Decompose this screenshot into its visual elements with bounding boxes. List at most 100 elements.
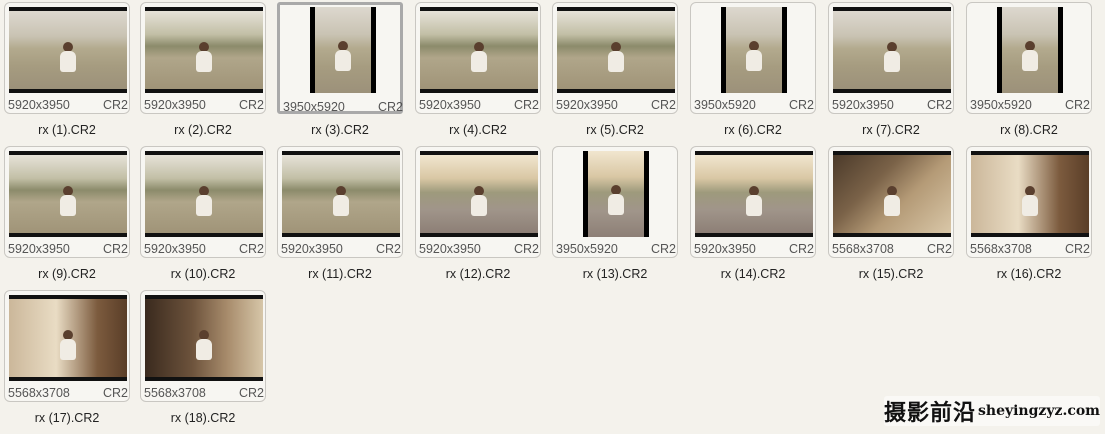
thumbnail-frame[interactable]: 5920x3950 CR2 (4, 146, 130, 258)
file-item[interactable]: 5920x3950 CR2 rx (14).CR2 (690, 146, 828, 287)
image-thumbnail[interactable] (9, 151, 127, 237)
image-thumbnail[interactable] (9, 7, 127, 93)
subject-body (335, 50, 351, 72)
file-item[interactable]: 5568x3708 CR2 rx (17).CR2 (4, 290, 142, 431)
file-item[interactable]: 3950x5920 CR2 rx (3).CR2 (277, 2, 415, 143)
file-meta: 5568x3708 CR2 (970, 242, 1090, 256)
file-name[interactable]: rx (10).CR2 (140, 267, 266, 281)
thumbnail-frame[interactable]: 5920x3950 CR2 (552, 2, 678, 114)
file-name[interactable]: rx (8).CR2 (966, 123, 1092, 137)
image-thumbnail[interactable] (833, 7, 951, 93)
image-thumbnail[interactable] (420, 151, 538, 237)
thumbnail-frame[interactable]: 3950x5920 CR2 (966, 2, 1092, 114)
thumbnail-frame[interactable]: 5568x3708 CR2 (4, 290, 130, 402)
thumbnail-frame[interactable]: 5568x3708 CR2 (140, 290, 266, 402)
file-name[interactable]: rx (7).CR2 (828, 123, 954, 137)
file-item[interactable]: 5568x3708 CR2 rx (15).CR2 (828, 146, 966, 287)
file-meta: 5920x3950 CR2 (832, 98, 952, 112)
file-item[interactable]: 5920x3950 CR2 rx (7).CR2 (828, 2, 966, 143)
image-dimensions: 5568x3708 (970, 242, 1032, 256)
file-name[interactable]: rx (9).CR2 (4, 267, 130, 281)
file-item[interactable]: 5920x3950 CR2 rx (10).CR2 (140, 146, 278, 287)
file-name[interactable]: rx (3).CR2 (277, 123, 403, 137)
thumbnail-frame[interactable]: 5568x3708 CR2 (828, 146, 954, 258)
thumbnail-frame[interactable]: 3950x5920 CR2 (690, 2, 816, 114)
file-item[interactable]: 5920x3950 CR2 rx (1).CR2 (4, 2, 142, 143)
subject-figure (884, 186, 900, 217)
image-thumbnail[interactable] (721, 7, 787, 93)
image-thumbnail[interactable] (282, 151, 400, 237)
thumbnail-photo (9, 299, 127, 377)
thumbnail-frame[interactable]: 5920x3950 CR2 (415, 2, 541, 114)
thumbnail-photo (145, 299, 263, 377)
file-type-label: CR2 (238, 98, 264, 112)
file-item[interactable]: 5920x3950 CR2 rx (2).CR2 (140, 2, 278, 143)
file-name[interactable]: rx (1).CR2 (4, 123, 130, 137)
thumbnail-frame[interactable]: 5920x3950 CR2 (277, 146, 403, 258)
file-item[interactable]: 5920x3950 CR2 rx (12).CR2 (415, 146, 553, 287)
image-thumbnail[interactable] (9, 295, 127, 381)
subject-body (60, 51, 76, 73)
subject-figure (471, 186, 487, 217)
file-name[interactable]: rx (6).CR2 (690, 123, 816, 137)
file-name[interactable]: rx (4).CR2 (415, 123, 541, 137)
thumbnail-frame[interactable]: 5920x3950 CR2 (415, 146, 541, 258)
image-dimensions: 5568x3708 (144, 386, 206, 400)
image-thumbnail[interactable] (557, 7, 675, 93)
file-item[interactable]: 3950x5920 CR2 rx (6).CR2 (690, 2, 828, 143)
image-dimensions: 5920x3950 (694, 242, 756, 256)
file-name[interactable]: rx (5).CR2 (552, 123, 678, 137)
subject-body (196, 339, 212, 361)
thumbnail-photo (420, 155, 538, 233)
thumbnail-frame[interactable]: 3950x5920 CR2 (552, 146, 678, 258)
file-item[interactable]: 5920x3950 CR2 rx (4).CR2 (415, 2, 553, 143)
file-item[interactable]: 3950x5920 CR2 rx (13).CR2 (552, 146, 690, 287)
image-thumbnail[interactable] (420, 7, 538, 93)
subject-body (1022, 50, 1038, 72)
file-name[interactable]: rx (11).CR2 (277, 267, 403, 281)
image-thumbnail[interactable] (145, 151, 263, 237)
thumbnail-frame[interactable]: 5920x3950 CR2 (140, 146, 266, 258)
image-thumbnail[interactable] (997, 7, 1063, 93)
file-item[interactable]: 5920x3950 CR2 rx (9).CR2 (4, 146, 142, 287)
thumbnail-frame[interactable]: 5920x3950 CR2 (690, 146, 816, 258)
file-name[interactable]: rx (14).CR2 (690, 267, 816, 281)
file-item[interactable]: 5920x3950 CR2 rx (5).CR2 (552, 2, 690, 143)
watermark-logo: 摄影前沿 sheyingzyz.com (884, 396, 1100, 426)
file-item[interactable]: 5568x3708 CR2 rx (16).CR2 (966, 146, 1104, 287)
file-type-label: CR2 (513, 242, 539, 256)
image-thumbnail[interactable] (145, 7, 263, 93)
file-type-label: CR2 (238, 386, 264, 400)
image-thumbnail[interactable] (695, 151, 813, 237)
thumbnail-frame[interactable]: 5920x3950 CR2 (4, 2, 130, 114)
file-item[interactable]: 5920x3950 CR2 rx (11).CR2 (277, 146, 415, 287)
file-name[interactable]: rx (15).CR2 (828, 267, 954, 281)
image-dimensions: 5568x3708 (832, 242, 894, 256)
image-thumbnail[interactable] (310, 7, 376, 93)
file-item[interactable]: 5568x3708 CR2 rx (18).CR2 (140, 290, 278, 431)
image-thumbnail[interactable] (583, 151, 649, 237)
file-name[interactable]: rx (2).CR2 (140, 123, 266, 137)
file-meta: 3950x5920 CR2 (556, 242, 676, 256)
image-dimensions: 5920x3950 (556, 98, 618, 112)
file-type-label: CR2 (238, 242, 264, 256)
subject-figure (60, 186, 76, 217)
thumbnail-frame[interactable]: 3950x5920 CR2 (277, 2, 403, 114)
file-name[interactable]: rx (17).CR2 (4, 411, 130, 425)
image-dimensions: 5568x3708 (8, 386, 70, 400)
thumbnail-photo (833, 11, 951, 89)
file-name[interactable]: rx (13).CR2 (552, 267, 678, 281)
file-name[interactable]: rx (18).CR2 (140, 411, 266, 425)
image-thumbnail[interactable] (145, 295, 263, 381)
thumbnail-frame[interactable]: 5920x3950 CR2 (140, 2, 266, 114)
thumbnail-frame[interactable]: 5568x3708 CR2 (966, 146, 1092, 258)
image-dimensions: 5920x3950 (419, 98, 481, 112)
file-item[interactable]: 3950x5920 CR2 rx (8).CR2 (966, 2, 1104, 143)
subject-figure (608, 42, 624, 73)
subject-figure (196, 330, 212, 361)
thumbnail-frame[interactable]: 5920x3950 CR2 (828, 2, 954, 114)
image-thumbnail[interactable] (971, 151, 1089, 237)
image-thumbnail[interactable] (833, 151, 951, 237)
file-name[interactable]: rx (12).CR2 (415, 267, 541, 281)
file-name[interactable]: rx (16).CR2 (966, 267, 1092, 281)
